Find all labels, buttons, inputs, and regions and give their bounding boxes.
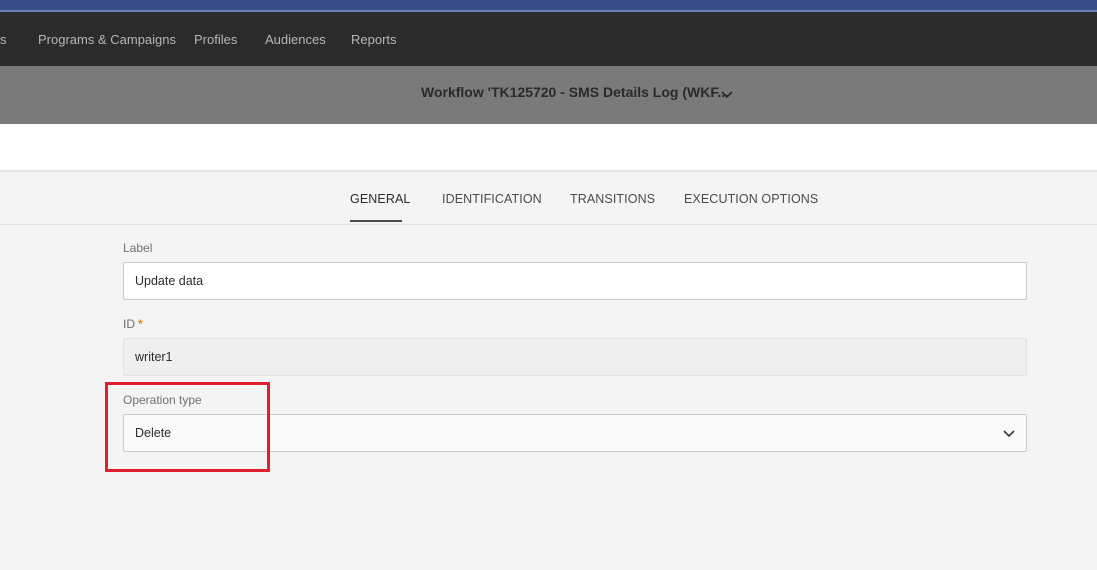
chevron-down-icon[interactable] xyxy=(720,88,734,102)
activity-tabs: GENERAL IDENTIFICATION TRANSITIONS EXECU… xyxy=(0,174,1097,225)
required-marker: * xyxy=(138,317,143,331)
id-field-value: writer1 xyxy=(135,350,173,364)
label-input[interactable]: Update data xyxy=(123,262,1027,300)
tab-transitions[interactable]: TRANSITIONS xyxy=(570,192,655,206)
nav-item-partial[interactable]: s xyxy=(0,32,7,47)
top-navigation: s Programs & Campaigns Profiles Audience… xyxy=(0,12,1097,66)
workflow-title-bar: Workflow 'TK125720 - SMS Details Log (WK… xyxy=(0,66,1097,124)
browser-top-strip xyxy=(0,0,1097,12)
nav-item-reports[interactable]: Reports xyxy=(351,32,397,47)
tab-identification[interactable]: IDENTIFICATION xyxy=(442,192,542,206)
tab-general[interactable]: GENERAL xyxy=(350,192,410,206)
active-tab-indicator xyxy=(350,220,402,222)
chevron-down-icon xyxy=(1003,430,1015,438)
nav-item-profiles[interactable]: Profiles xyxy=(194,32,237,47)
nav-item-audiences[interactable]: Audiences xyxy=(265,32,326,47)
label-field-label: Label xyxy=(123,241,153,255)
tab-execution-options[interactable]: EXECUTION OPTIONS xyxy=(684,192,818,206)
label-input-value: Update data xyxy=(135,274,204,288)
id-field: writer1 xyxy=(123,338,1027,376)
workflow-title[interactable]: Workflow 'TK125720 - SMS Details Log (WK… xyxy=(421,84,729,100)
annotation-highlight-box xyxy=(105,382,270,472)
toolbar-area xyxy=(0,124,1097,172)
nav-item-programs-campaigns[interactable]: Programs & Campaigns xyxy=(38,32,176,47)
id-field-label: ID * xyxy=(123,317,143,331)
id-label-text: ID xyxy=(123,317,135,331)
